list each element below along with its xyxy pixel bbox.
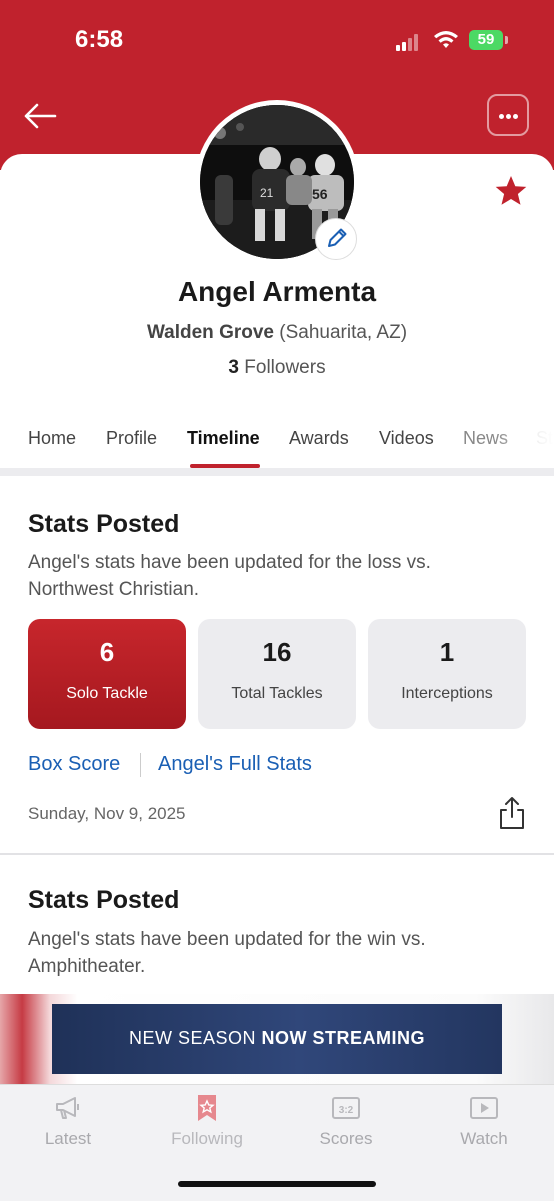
stat-label: Total Tackles — [231, 685, 323, 702]
back-button[interactable] — [22, 98, 58, 134]
wifi-icon — [434, 31, 458, 48]
link-divider — [140, 753, 141, 777]
school-name[interactable]: Walden Grove — [147, 322, 274, 343]
stat-value: 16 — [262, 637, 292, 667]
full-stats-link[interactable]: Angel's Full Stats — [158, 753, 312, 776]
card-title: Stats Posted — [28, 510, 180, 538]
svg-text:3:2: 3:2 — [339, 1105, 354, 1116]
tabs-fade — [494, 420, 554, 470]
nav-label: Latest — [44, 1129, 92, 1148]
box-score-link[interactable]: Box Score — [28, 753, 120, 776]
tabs-divider — [0, 468, 554, 476]
pencil-icon — [328, 228, 347, 247]
card-title: Stats Posted — [28, 886, 180, 914]
share-button[interactable] — [496, 795, 528, 831]
svg-text:21: 21 — [260, 186, 274, 200]
post-date: Sunday, Nov 9, 2025 — [28, 804, 186, 823]
stat-value: 1 — [439, 637, 455, 667]
stat-interceptions[interactable]: 1 Interceptions — [368, 619, 526, 729]
battery-indicator: 59 — [469, 30, 503, 50]
nav-label: Scores — [319, 1129, 373, 1148]
status-bar: 6:58 59 — [0, 0, 554, 80]
ad-text: NEW SEASON NOW STREAMING — [52, 1028, 502, 1049]
stat-label: Solo Tackle — [66, 685, 148, 702]
card-divider — [0, 853, 554, 855]
card-description: Angel's stats have been updated for the … — [28, 929, 426, 977]
edit-avatar-button[interactable] — [315, 218, 357, 260]
scoreboard-icon: 3:2 — [332, 1097, 360, 1119]
followers-count: 3 — [228, 357, 239, 378]
tab-awards[interactable]: Awards — [289, 428, 349, 449]
battery-tip — [505, 36, 508, 44]
svg-text:56: 56 — [312, 186, 328, 202]
favorite-star-button[interactable] — [494, 174, 528, 208]
arrow-left-icon — [24, 103, 57, 129]
tab-home[interactable]: Home — [28, 428, 76, 449]
profile-tabs: Home Profile Timeline Awards Videos News… — [0, 420, 554, 470]
school-line: Walden Grove (Sahuarita, AZ) — [0, 322, 554, 344]
followers-line[interactable]: 3 Followers — [0, 357, 554, 379]
bookmark-star-icon — [198, 1095, 216, 1121]
nav-following[interactable]: Following — [147, 1093, 267, 1149]
ad-text-bold: NOW STREAMING — [261, 1028, 426, 1048]
stat-solo-tackle[interactable]: 6 Solo Tackle — [28, 619, 186, 729]
stat-total-tackles[interactable]: 16 Total Tackles — [198, 619, 356, 729]
school-location: (Sahuarita, AZ) — [279, 322, 408, 343]
nav-watch[interactable]: Watch — [424, 1093, 544, 1149]
megaphone-icon — [56, 1097, 79, 1119]
tab-profile[interactable]: Profile — [106, 428, 157, 449]
followers-label: Followers — [244, 357, 326, 378]
nav-latest[interactable]: Latest — [8, 1093, 128, 1149]
player-name: Angel Armenta — [177, 276, 377, 307]
stat-value: 6 — [99, 637, 115, 667]
cellular-signal-icon — [396, 33, 422, 51]
status-time: 6:58 — [75, 26, 124, 53]
card-description: Angel's stats have been updated for the … — [28, 552, 431, 600]
nav-label: Watch — [460, 1129, 508, 1148]
tab-timeline[interactable]: Timeline — [187, 428, 260, 449]
ad-banner[interactable]: NEW SEASON NOW STREAMING — [52, 1004, 502, 1074]
nav-scores[interactable]: 3:2 Scores — [286, 1093, 406, 1149]
stat-label: Interceptions — [401, 685, 493, 702]
more-options-button[interactable] — [487, 94, 529, 136]
share-icon — [500, 797, 524, 829]
nav-label: Following — [171, 1129, 243, 1148]
home-indicator — [178, 1181, 376, 1187]
ad-text-normal: NEW SEASON — [128, 1028, 256, 1048]
star-icon — [495, 176, 527, 205]
tab-videos[interactable]: Videos — [379, 428, 434, 449]
play-icon — [470, 1097, 498, 1119]
